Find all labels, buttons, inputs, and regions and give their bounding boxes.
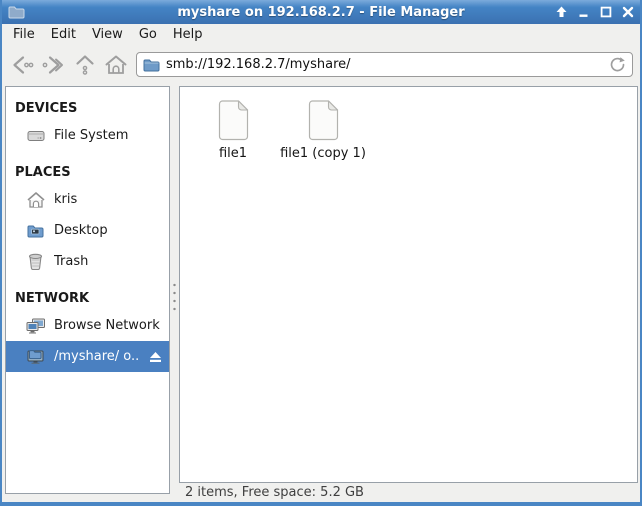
sidebar-item-desktop[interactable]: Desktop (6, 215, 169, 246)
trash-icon (26, 253, 45, 270)
menu-edit[interactable]: Edit (43, 25, 84, 44)
content-area: DEVICES File System PLACES kris Desktop … (2, 84, 640, 502)
remote-share-icon (26, 348, 45, 365)
shade-icon (556, 6, 567, 17)
sidebar-item-label: /myshare/ o... (54, 349, 140, 364)
window-title: myshare on 192.168.2.7 - File Manager (177, 4, 465, 20)
shade-button[interactable] (555, 6, 568, 19)
folder-icon (143, 59, 160, 71)
reload-icon (610, 56, 625, 71)
desktop-folder-icon (26, 222, 45, 239)
home-icon (105, 55, 126, 74)
file-item[interactable]: file1 (188, 100, 278, 161)
file-icon (218, 100, 248, 141)
menu-help[interactable]: Help (165, 25, 211, 44)
reload-button[interactable] (606, 55, 628, 75)
menu-view[interactable]: View (84, 25, 131, 44)
back-icon (13, 55, 34, 74)
eject-button[interactable] (149, 350, 162, 363)
statusbar: 2 items, Free space: 5.2 GB (179, 483, 638, 502)
toolbar (2, 45, 640, 84)
sidebar-item-file-system[interactable]: File System (6, 120, 169, 151)
sidebar-item-label: Desktop (54, 223, 108, 238)
menu-file[interactable]: File (5, 25, 43, 44)
file-manager-window: myshare on 192.168.2.7 - File Manager Fi… (0, 0, 642, 506)
maximize-button[interactable] (599, 6, 612, 19)
window-controls (555, 6, 634, 19)
sidebar-section-network: NETWORK (15, 291, 90, 306)
forward-button[interactable] (38, 50, 69, 80)
splitter-grip-icon (173, 283, 176, 313)
path-field[interactable] (136, 52, 633, 77)
up-button[interactable] (69, 50, 100, 80)
sidebar-item-label: Trash (54, 254, 89, 269)
sidebar-item-kris[interactable]: kris (6, 184, 169, 215)
forward-icon (42, 55, 63, 74)
eject-icon (149, 351, 161, 362)
menubar: File Edit View Go Help (2, 24, 640, 45)
sidebar-section-devices: DEVICES (15, 101, 78, 116)
pane-splitter[interactable] (170, 86, 179, 502)
home-icon (26, 191, 45, 208)
harddrive-icon (26, 127, 45, 144)
menu-go[interactable]: Go (131, 25, 165, 44)
home-button[interactable] (100, 50, 131, 80)
sidebar-section-places: PLACES (15, 165, 71, 180)
maximize-icon (600, 6, 611, 18)
minimize-button[interactable] (577, 6, 590, 19)
network-icon (26, 317, 45, 334)
sidebar-item-label: kris (54, 192, 78, 207)
up-icon (75, 54, 94, 75)
file-label: file1 (copy 1) (280, 146, 366, 161)
sidebar-item-trash[interactable]: Trash (6, 246, 169, 277)
path-input[interactable] (166, 57, 600, 72)
sidebar-item-label: Browse Network (54, 318, 160, 333)
status-text: 2 items, Free space: 5.2 GB (185, 485, 364, 500)
file-list[interactable]: file1 file1 (copy 1) (179, 86, 638, 483)
sidebar: DEVICES File System PLACES kris Desktop … (5, 86, 170, 494)
file-item[interactable]: file1 (copy 1) (278, 100, 368, 161)
main-column: file1 file1 (copy 1) 2 items, Free space… (179, 86, 638, 502)
close-button[interactable] (621, 6, 634, 19)
file-icon (308, 100, 338, 141)
folder-icon (8, 6, 25, 19)
sidebar-item-myshare[interactable]: /myshare/ o... (6, 341, 169, 372)
close-icon (622, 6, 633, 18)
sidebar-item-browse-network[interactable]: Browse Network (6, 310, 169, 341)
file-label: file1 (218, 146, 248, 161)
back-button[interactable] (7, 50, 38, 80)
minimize-icon (579, 14, 588, 17)
titlebar[interactable]: myshare on 192.168.2.7 - File Manager (2, 0, 640, 24)
sidebar-item-label: File System (54, 128, 129, 143)
